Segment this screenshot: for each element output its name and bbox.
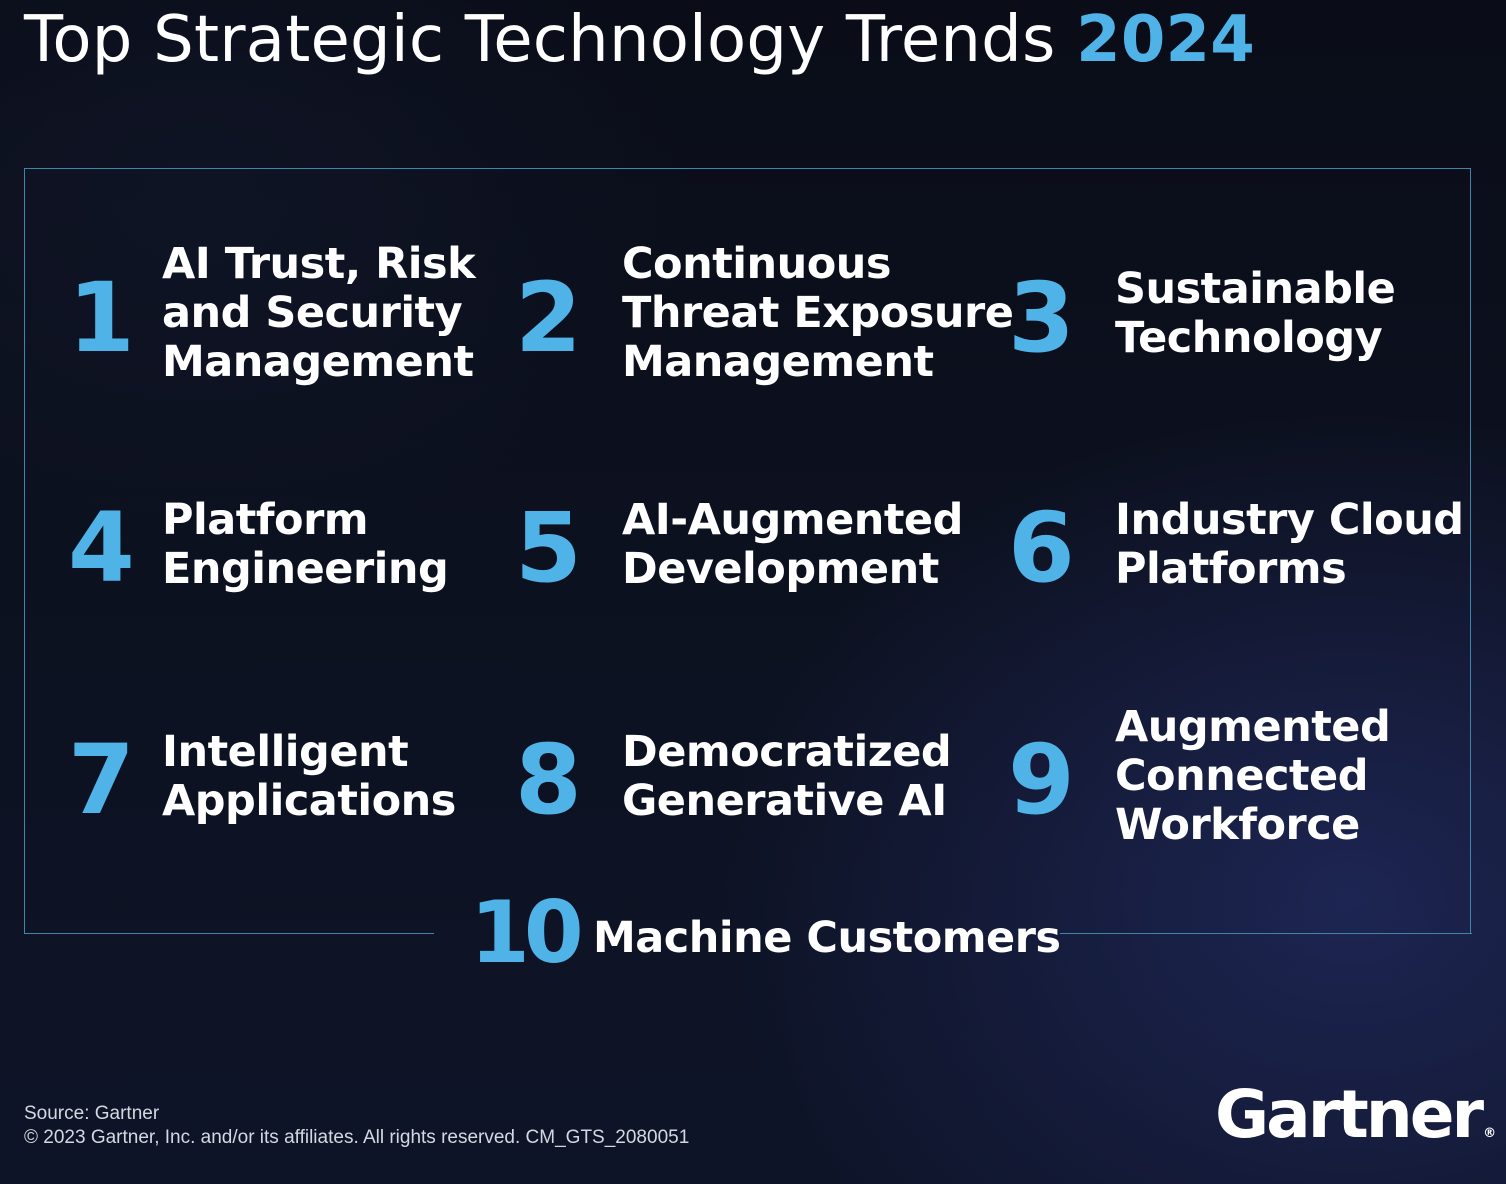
infographic: Top Strategic Technology Trends 2024 1 A… [0,0,1506,1184]
trend-2-line-2: Threat Exposure [622,288,1014,338]
trend-5-line-1: AI-Augmented [622,495,963,545]
trend-4-line-2: Engineering [162,544,449,594]
trend-6-number: 6 [1008,492,1075,604]
frame-bottom-right [1060,933,1472,934]
trend-7-number: 7 [68,724,135,836]
trend-2-number: 2 [515,262,582,374]
trend-3-line-1: Sustainable [1115,264,1396,314]
trend-4-line-1: Platform [162,495,369,545]
trend-3-label: Sustainable Technology [1115,264,1396,363]
trend-4-label: Platform Engineering [162,495,449,594]
page-title: Top Strategic Technology Trends 2024 [24,2,1255,78]
trend-10-label: Machine Customers [593,913,1061,963]
trend-7-line-1: Intelligent [162,727,409,777]
trend-7-line-2: Applications [162,776,456,826]
trend-6-line-1: Industry Cloud [1115,495,1464,545]
trend-9-number: 9 [1008,724,1075,836]
trend-8-line-2: Generative AI [622,776,947,826]
trend-9-line-2: Connected [1115,751,1368,801]
trend-1-number: 1 [68,262,135,374]
title-year: 2024 [1076,3,1256,77]
trend-1-label: AI Trust, Risk and Security Management [162,239,476,387]
trend-9-label: Augmented Connected Workforce [1115,702,1391,850]
trend-1-line-2: and Security [162,288,463,338]
trend-8-label: Democratized Generative AI [622,727,952,826]
trend-8-number: 8 [515,724,582,836]
trend-2-label: Continuous Threat Exposure Management [622,239,1014,387]
trend-7-label: Intelligent Applications [162,728,456,826]
title-text: Top Strategic Technology Trends [24,3,1056,77]
trend-5-label: AI-Augmented Development [622,496,963,594]
logo-text: Gartner [1215,1076,1484,1153]
trend-2-line-1: Continuous [622,239,891,289]
trend-3-line-2: Technology [1115,313,1383,363]
trend-10-number: 10 [470,883,584,983]
trend-6-line-2: Platforms [1115,544,1347,594]
trend-1-line-1: AI Trust, Risk [162,239,476,289]
trend-1-line-3: Management [162,337,474,387]
trend-5-line-2: Development [622,544,939,594]
trend-5-number: 5 [515,492,582,604]
registered-mark: ® [1483,1126,1497,1141]
source-note: Source: Gartner [24,1103,160,1124]
trend-6-label: Industry Cloud Platforms [1115,496,1464,594]
trend-2-line-3: Management [622,337,934,387]
trend-3-number: 3 [1008,262,1075,374]
trend-4-number: 4 [68,492,135,604]
trend-9-line-3: Workforce [1115,800,1360,850]
copyright-note: © 2023 Gartner, Inc. and/or its affiliat… [24,1127,690,1148]
trend-9-line-1: Augmented [1115,702,1391,752]
frame-bottom-left [24,933,434,934]
trend-8-line-1: Democratized [622,727,952,777]
gartner-logo: Gartner ® [1215,1075,1496,1174]
